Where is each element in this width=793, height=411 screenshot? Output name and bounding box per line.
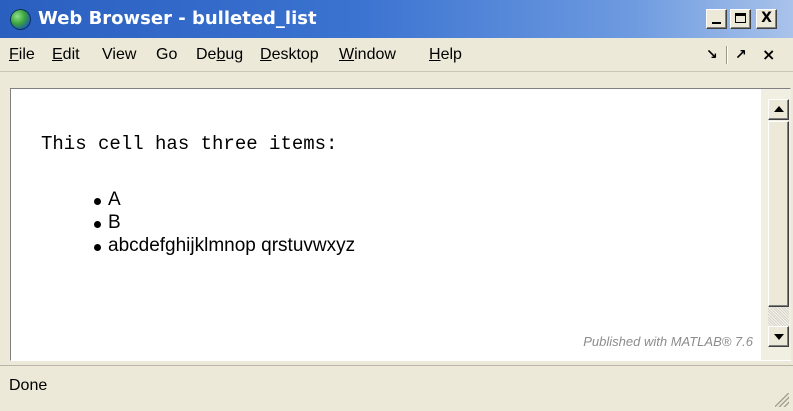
scroll-thumb[interactable] — [768, 121, 789, 307]
bullet-icon — [94, 221, 101, 228]
menu-divider — [726, 46, 727, 64]
browser-window: Web Browser - bulleted_list X File Edit … — [0, 0, 793, 411]
menu-file[interactable]: File — [9, 46, 35, 64]
menu-help-rest: elp — [440, 46, 462, 63]
status-bar: Done — [0, 365, 793, 411]
list-item-text: A — [108, 189, 121, 210]
maximize-icon — [735, 13, 746, 23]
menu-view[interactable]: View — [102, 46, 136, 64]
minimize-button[interactable] — [706, 9, 727, 29]
menu-window-mnemonic: W — [339, 46, 355, 63]
menu-debug[interactable]: Debug — [196, 46, 243, 64]
scroll-track[interactable] — [768, 307, 789, 326]
menu-file-mnemonic: F — [9, 46, 19, 63]
arrow-down-icon — [774, 334, 784, 340]
close-icon: X — [761, 10, 772, 26]
browser-content-frame: This cell has three items: A B abcdefghi… — [10, 88, 791, 361]
menu-go[interactable]: Go — [156, 46, 177, 64]
menu-help-mnemonic: H — [429, 46, 441, 63]
menu-window-rest: indow — [354, 46, 396, 63]
close-button[interactable]: X — [756, 9, 777, 29]
menu-bar: File Edit View Go Debug Desktop Window H… — [0, 38, 793, 72]
menu-desktop-mnemonic: D — [260, 46, 272, 63]
bullet-icon — [94, 244, 101, 251]
close-panel-icon[interactable]: × — [762, 45, 775, 64]
maximize-button[interactable] — [730, 9, 751, 29]
menu-file-rest: ile — [18, 46, 35, 63]
menu-help[interactable]: Help — [429, 46, 462, 64]
arrow-up-icon — [774, 106, 784, 112]
dock-arrow-icon[interactable]: ↘ — [706, 47, 718, 63]
window-title: Web Browser - bulleted_list — [38, 8, 317, 29]
scroll-down-button[interactable] — [768, 326, 789, 347]
list-item-text: B — [108, 212, 121, 233]
menu-edit-mnemonic: E — [52, 46, 63, 63]
title-bar[interactable]: Web Browser - bulleted_list X — [0, 0, 793, 38]
menu-debug-rest: ug — [225, 46, 244, 63]
globe-icon — [10, 9, 31, 30]
undock-arrow-icon[interactable]: ↗ — [735, 47, 747, 63]
menu-desktop-rest: esktop — [271, 46, 319, 63]
minimize-icon — [712, 22, 721, 24]
cell-intro-text: This cell has three items: — [41, 133, 338, 155]
published-footer: Published with MATLAB® 7.6 — [583, 334, 753, 349]
menu-debug-pre: De — [196, 46, 217, 63]
menu-desktop[interactable]: Desktop — [260, 46, 319, 64]
scroll-up-button[interactable] — [768, 99, 789, 120]
menu-edit-rest: dit — [62, 46, 80, 63]
vertical-scrollbar[interactable] — [761, 89, 791, 360]
menu-edit[interactable]: Edit — [52, 46, 80, 64]
bullet-icon — [94, 198, 101, 205]
list-item-text: abcdefghijklmnop qrstuvwxyz — [108, 235, 356, 256]
page-content: This cell has three items: A B abcdefghi… — [11, 89, 761, 360]
menu-window[interactable]: Window — [339, 46, 396, 64]
resize-grip-icon[interactable] — [775, 393, 789, 407]
status-text: Done — [9, 377, 48, 394]
